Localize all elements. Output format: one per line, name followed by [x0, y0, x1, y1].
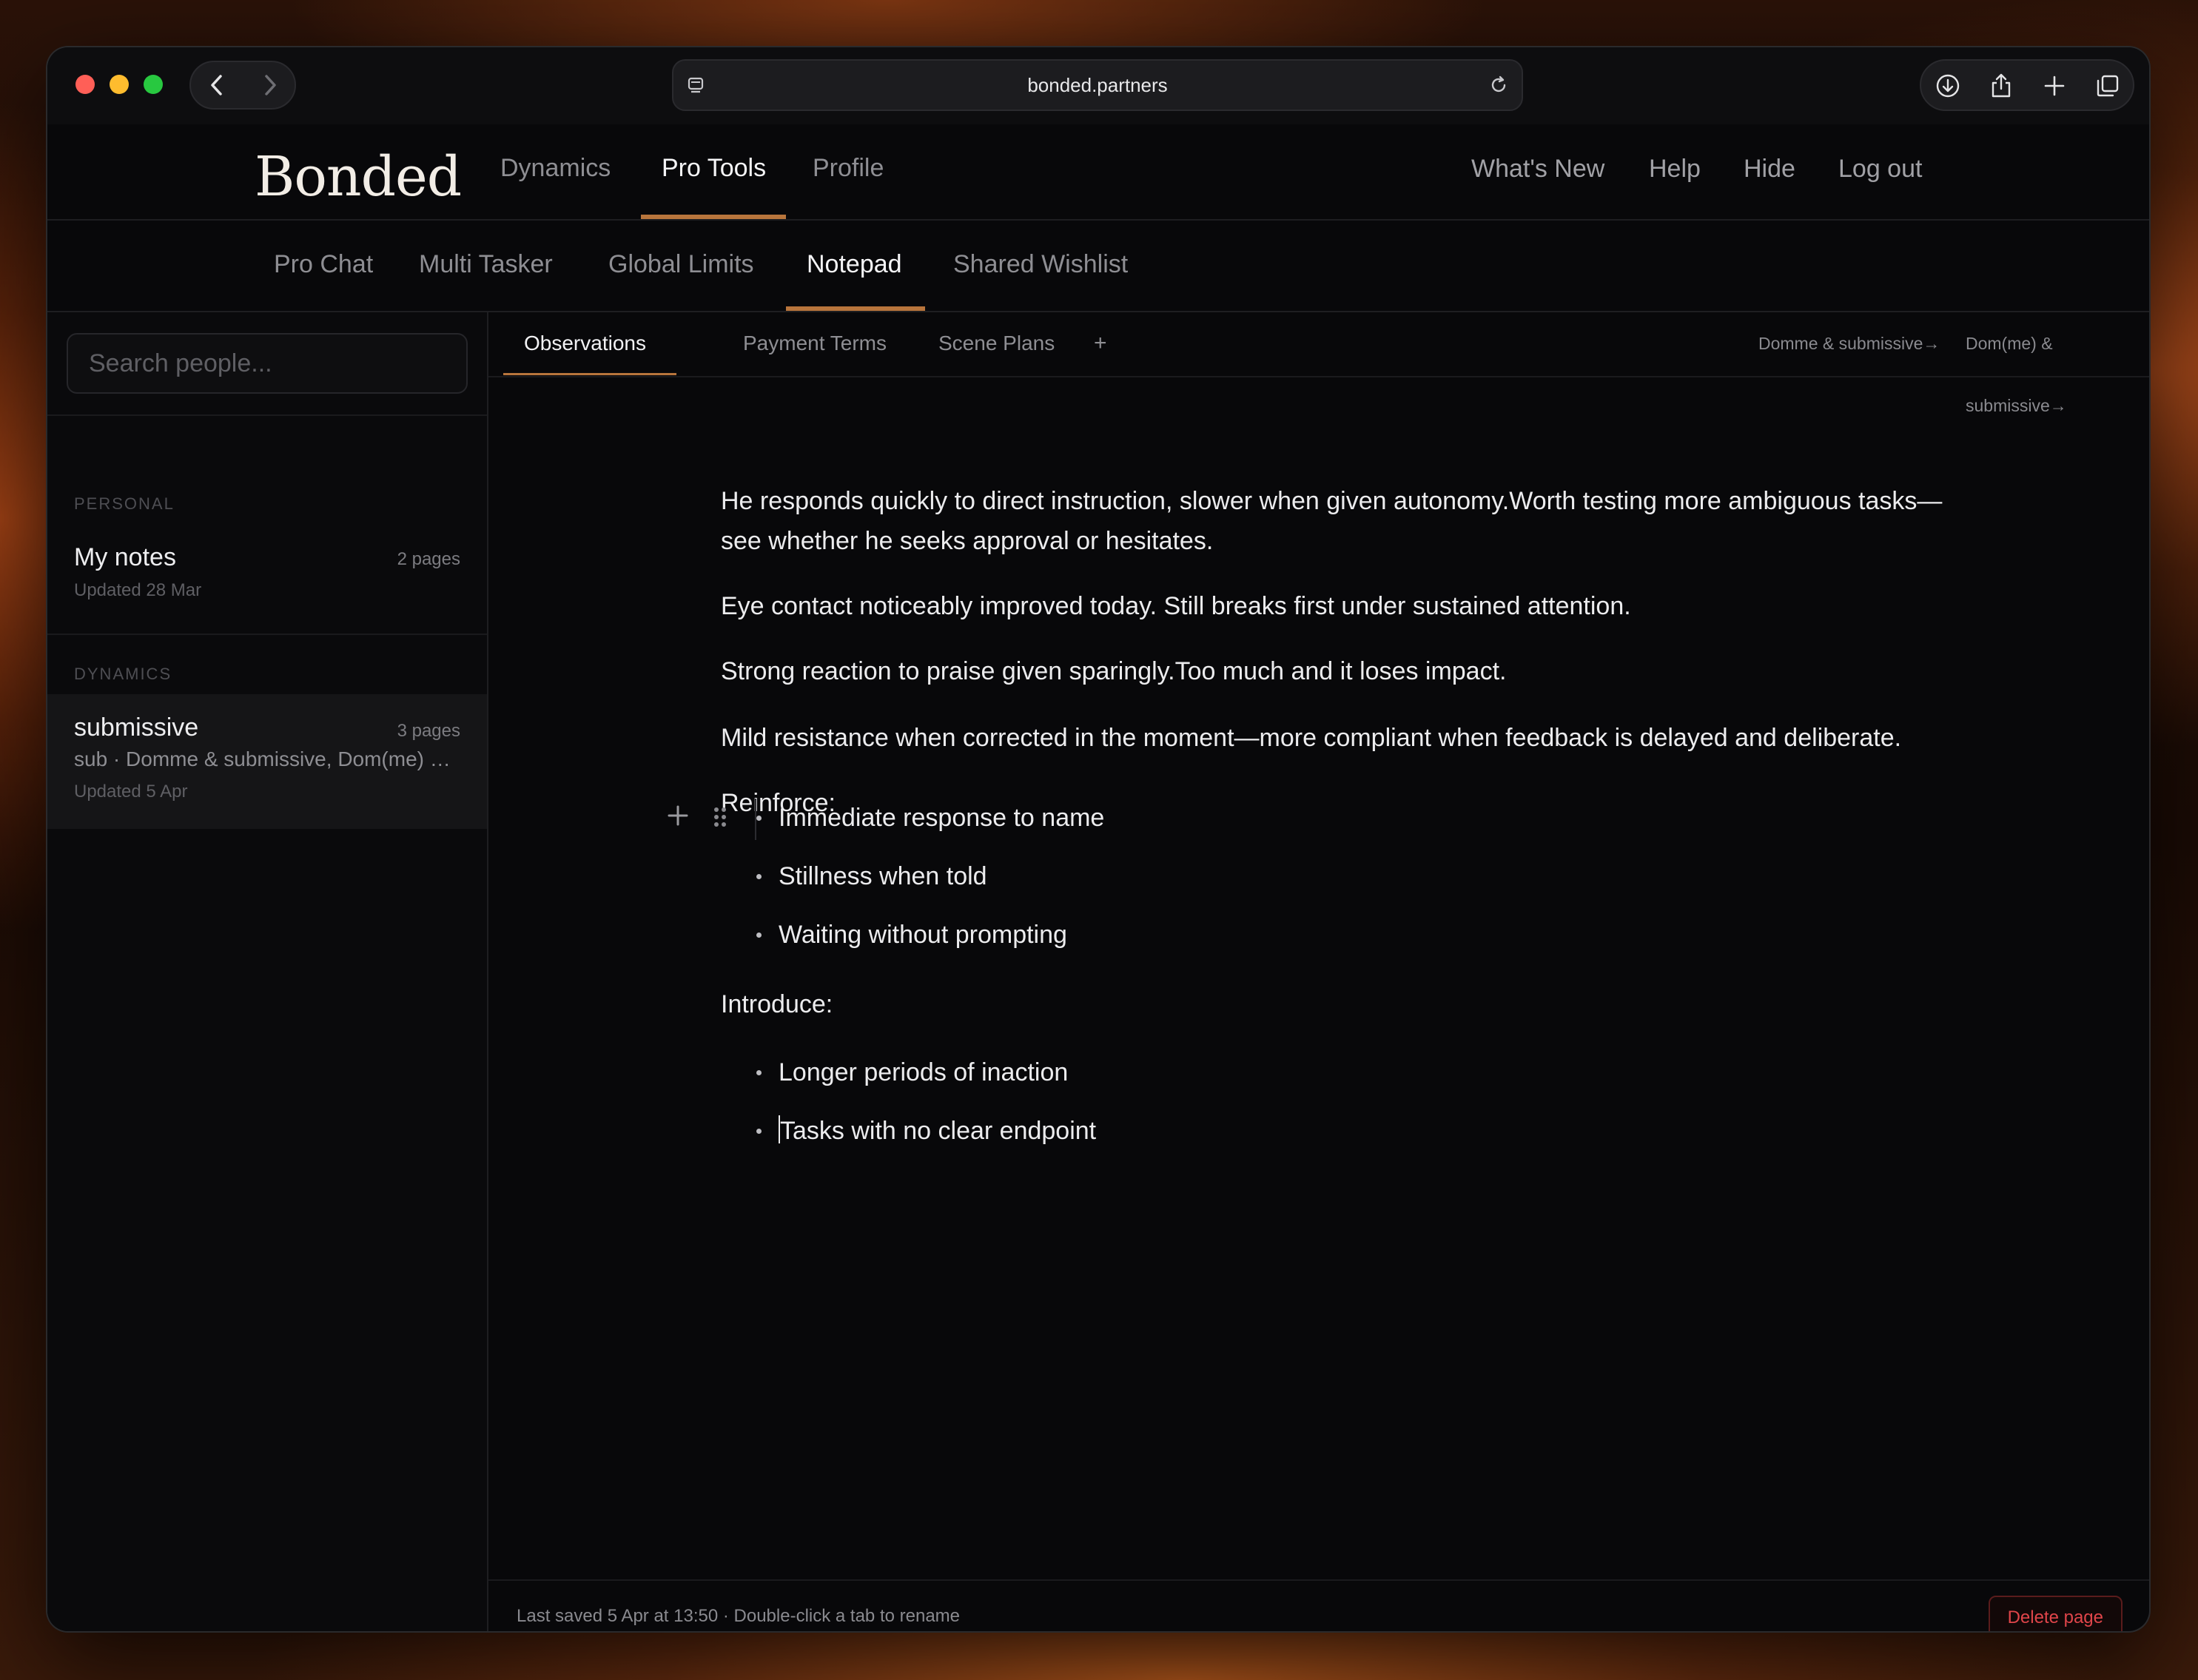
browser-toolbar: bonded.partners [47, 47, 2149, 124]
tab-payment-terms[interactable]: Payment Terms [743, 312, 887, 376]
add-block-icon[interactable] [663, 801, 693, 830]
introduce-list-item-active[interactable]: Tasks with no clear endpoint [756, 1111, 1097, 1151]
subnav-pro-chat[interactable]: Pro Chat [274, 221, 373, 311]
sidebar-item-page-count: 3 pages [397, 721, 460, 741]
subnav-global-limits[interactable]: Global Limits [608, 221, 754, 311]
reinforce-list-item[interactable]: Stillness when told [756, 856, 987, 896]
back-button[interactable] [191, 62, 243, 108]
people-sidebar: PERSONAL My notes 2 pages Updated 28 Mar… [47, 312, 488, 1631]
nav-active-indicator [641, 215, 786, 219]
zoom-window-button[interactable] [144, 75, 163, 94]
app-top-nav: Bonded Dynamics Pro Tools Profile What's… [47, 124, 2149, 221]
notepad-main: Observations Payment Terms Scene Plans +… [488, 312, 2149, 1631]
note-paragraph[interactable]: Strong reaction to praise given sparingl… [721, 651, 1949, 691]
share-button[interactable] [1988, 73, 2014, 99]
nav-profile[interactable]: Profile [813, 124, 884, 219]
sidebar-item-title: My notes [74, 543, 176, 571]
reload-icon[interactable] [1488, 74, 1510, 96]
note-paragraph[interactable]: Eye contact noticeably improved today. S… [721, 586, 1949, 626]
address-bar[interactable]: bonded.partners [672, 59, 1523, 111]
notepad-footer: Last saved 5 Apr at 13:50 · Double-click… [488, 1579, 2149, 1631]
dynamic-link-dom-me-submissive[interactable]: Dom(me) & submissive→ [1966, 312, 2149, 415]
subnav-shared-wishlist[interactable]: Shared Wishlist [953, 221, 1128, 311]
nav-help[interactable]: Help [1649, 124, 1701, 219]
tab-scene-plans[interactable]: Scene Plans [938, 312, 1055, 376]
nav-dynamics[interactable]: Dynamics [500, 124, 611, 219]
note-paragraph[interactable]: Mild resistance when corrected in the mo… [721, 718, 1949, 758]
downloads-button[interactable] [1935, 73, 1961, 99]
note-heading-introduce[interactable]: Introduce: [721, 984, 1949, 1024]
tab-active-indicator [503, 373, 676, 375]
subnav-active-indicator [786, 306, 925, 311]
new-tab-button[interactable] [2041, 73, 2068, 99]
delete-page-button[interactable]: Delete page [1988, 1596, 2123, 1631]
forward-button[interactable] [244, 62, 296, 108]
share-icon [1992, 73, 2011, 98]
browser-window: bonded.partners Bonded Dynamics Pro Tool… [47, 47, 2149, 1631]
url-text: bonded.partners [1027, 74, 1168, 96]
drag-handle-icon[interactable] [710, 804, 730, 830]
tabs-overview-icon [2097, 75, 2119, 97]
minimize-window-button[interactable] [110, 75, 129, 94]
add-tab-button[interactable]: + [1094, 312, 1107, 376]
section-label-dynamics: DYNAMICS [74, 665, 172, 683]
browser-actions [1920, 59, 2134, 111]
sidebar-item-submissive[interactable]: submissive 3 pages sub · Domme & submiss… [47, 694, 487, 829]
search-people-input[interactable] [68, 335, 466, 392]
note-editor[interactable]: He responds quickly to direct instructio… [488, 376, 2149, 1531]
section-label-personal: PERSONAL [74, 494, 175, 513]
sidebar-item-title: submissive [74, 713, 199, 742]
page-tabs: Observations Payment Terms Scene Plans +… [488, 312, 2149, 415]
sidebar-item-page-count: 2 pages [397, 549, 460, 569]
subnav-notepad[interactable]: Notepad [807, 221, 902, 311]
download-icon [1936, 74, 1960, 98]
sidebar-item-subtitle: sub · Domme & submissive, Dom(me) & subm… [74, 747, 459, 770]
chevron-right-icon [265, 75, 276, 95]
plus-icon [2044, 75, 2065, 96]
chevron-left-icon [211, 75, 222, 95]
tab-overview-button[interactable] [2094, 73, 2121, 99]
tab-observations[interactable]: Observations [524, 312, 646, 376]
dynamic-link-domme-submissive[interactable]: Domme & submissive→ [1758, 312, 1940, 376]
logo-text: Bonded [255, 145, 462, 209]
reinforce-list-item[interactable]: Waiting without prompting [756, 915, 1067, 955]
nav-whats-new[interactable]: What's New [1471, 124, 1604, 219]
introduce-list-item-text: Tasks with no clear endpoint [780, 1117, 1097, 1145]
subnav-multi-tasker[interactable]: Multi Tasker [419, 221, 553, 311]
search-box [67, 333, 468, 394]
sidebar-divider [47, 414, 487, 416]
sidebar-item-updated: Updated 5 Apr [74, 782, 188, 802]
history-navigation [189, 61, 296, 110]
sidebar-divider [47, 634, 487, 635]
reinforce-list-item[interactable]: Immediate response to name [756, 798, 1104, 838]
introduce-list-item[interactable]: Longer periods of inaction [756, 1052, 1068, 1092]
bonded-logo[interactable]: Bonded [255, 145, 462, 209]
last-saved-status: Last saved 5 Apr at 13:50 · Double-click… [517, 1606, 961, 1626]
close-window-button[interactable] [75, 75, 95, 94]
sidebar-item-my-notes[interactable]: My notes 2 pages Updated 28 Mar [47, 528, 487, 617]
nav-log-out[interactable]: Log out [1838, 124, 1922, 219]
nav-pro-tools[interactable]: Pro Tools [662, 124, 766, 219]
note-paragraph[interactable]: He responds quickly to direct instructio… [721, 481, 1949, 561]
nav-hide[interactable]: Hide [1744, 124, 1795, 219]
pro-tools-subnav: Pro Chat Multi Tasker Global Limits Note… [47, 221, 2149, 312]
sidebar-item-updated: Updated 28 Mar [74, 580, 202, 600]
